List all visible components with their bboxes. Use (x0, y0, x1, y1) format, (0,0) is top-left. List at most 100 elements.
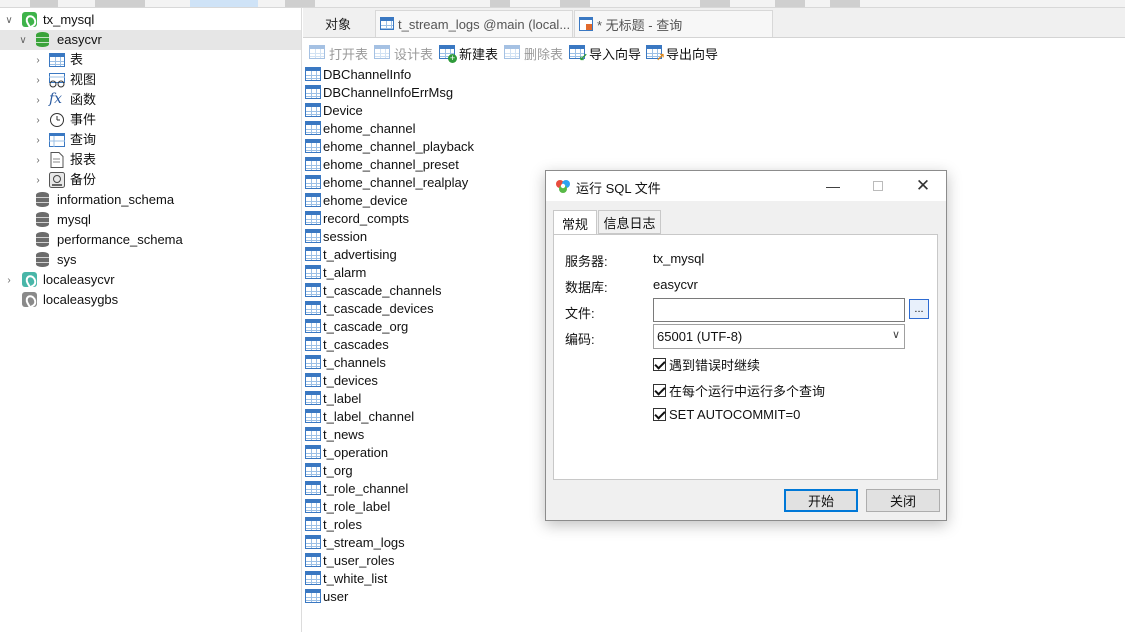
tree-item-backup[interactable]: › 备份 (0, 170, 301, 190)
tree-item-queries[interactable]: › 查询 (0, 130, 301, 150)
tab-stream-logs[interactable]: t_stream_logs @main (local... (375, 10, 573, 37)
chevron-right-icon[interactable]: › (33, 175, 43, 186)
chevron-down-icon[interactable]: ∨ (18, 35, 28, 46)
table-row[interactable]: ehome_channel_realplay (305, 173, 468, 191)
import-wizard-button[interactable]: ↙ 导入向导 (569, 43, 641, 64)
tree-item-database-mysql[interactable]: mysql (0, 210, 301, 230)
checkbox-checked[interactable] (653, 384, 666, 397)
tree-item-functions[interactable]: › fx 函数 (0, 90, 301, 110)
button-label: 打开表 (329, 46, 369, 62)
table-row[interactable]: t_channels (305, 353, 386, 371)
table-row[interactable]: t_advertising (305, 245, 397, 263)
new-table-button[interactable]: + 新建表 (439, 43, 498, 63)
table-row[interactable]: t_stream_logs (305, 533, 405, 551)
database-icon (36, 212, 52, 228)
tree-item-database-sys[interactable]: sys (0, 250, 301, 270)
checkbox-checked[interactable] (653, 358, 666, 371)
table-row[interactable]: t_devices (305, 371, 378, 389)
table-name: record_compts (323, 210, 409, 226)
tree-item-label: information_schema (57, 192, 175, 207)
table-name: t_org (323, 462, 353, 478)
table-row[interactable]: user (305, 587, 348, 605)
autocommit-checkbox[interactable]: SET AUTOCOMMIT=0 (653, 407, 800, 422)
encoding-select[interactable]: 65001 (UTF-8) ∨ (653, 324, 905, 349)
tab-untitled-query[interactable]: * 无标题 - 查询 (574, 10, 773, 37)
table-row[interactable]: t_label (305, 389, 361, 407)
tree-item-views[interactable]: › 视图 (0, 70, 301, 90)
chevron-right-icon[interactable]: › (33, 55, 43, 66)
tree-item-database-performance-schema[interactable]: performance_schema (0, 230, 301, 250)
close-icon[interactable]: ✕ (913, 176, 933, 196)
table-row[interactable]: ehome_channel_preset (305, 155, 459, 173)
delete-table-button[interactable]: 删除表 (504, 43, 563, 63)
table-row[interactable]: ehome_device (305, 191, 408, 209)
close-button[interactable]: 关闭 (866, 489, 940, 512)
checkbox-checked[interactable] (653, 408, 666, 421)
table-row[interactable]: t_cascade_devices (305, 299, 434, 317)
tree-item-events[interactable]: › 事件 (0, 110, 301, 130)
continue-on-error-checkbox[interactable]: 遇到错误时继续 (653, 355, 760, 374)
chevron-right-icon[interactable]: › (33, 135, 43, 146)
table-row[interactable]: t_cascade_channels (305, 281, 442, 299)
tree-item-connection-localeasygbs[interactable]: localeasygbs (0, 290, 301, 310)
chevron-right-icon[interactable]: › (33, 155, 43, 166)
design-table-button[interactable]: 设计表 (374, 43, 433, 63)
tree-item-database-easycvr[interactable]: ∨ easycvr (0, 30, 301, 50)
table-row[interactable]: t_roles (305, 515, 362, 533)
query-icon (579, 17, 593, 34)
table-row[interactable]: ehome_channel (305, 119, 416, 137)
tree-item-tables[interactable]: › 表 (0, 50, 301, 70)
multiple-queries-checkbox[interactable]: 在每个运行中运行多个查询 (653, 381, 825, 400)
new-table-icon: + (439, 45, 457, 63)
open-table-button[interactable]: 打开表 (309, 43, 368, 63)
chevron-right-icon[interactable]: › (4, 275, 14, 286)
table-row[interactable]: session (305, 227, 367, 245)
database-icon (36, 32, 52, 48)
table-row[interactable]: t_news (305, 425, 364, 443)
table-name: t_roles (323, 516, 363, 532)
browse-file-button[interactable]: ... (909, 299, 929, 319)
tables-icon (49, 53, 65, 69)
table-row[interactable]: t_label_channel (305, 407, 414, 425)
table-row[interactable]: t_role_label (305, 497, 390, 515)
table-name: ehome_channel (323, 120, 416, 136)
chevron-right-icon[interactable]: › (33, 95, 43, 106)
table-row[interactable]: t_white_list (305, 569, 387, 587)
export-wizard-button[interactable]: ↗ 导出向导 (646, 43, 718, 64)
chevron-down-icon[interactable]: ∨ (4, 15, 14, 26)
table-row[interactable]: t_org (305, 461, 353, 479)
tab-message-log[interactable]: 信息日志 (598, 210, 661, 234)
table-row[interactable]: t_cascade_org (305, 317, 408, 335)
tree-item-label: localeasycvr (43, 272, 115, 287)
start-button[interactable]: 开始 (784, 489, 858, 512)
chevron-right-icon[interactable]: › (33, 75, 43, 86)
table-name: t_cascades (323, 336, 389, 352)
table-row[interactable]: t_user_roles (305, 551, 395, 569)
views-icon (49, 73, 65, 89)
chevron-right-icon[interactable]: › (33, 115, 43, 126)
tree-item-database-information-schema[interactable]: information_schema (0, 190, 301, 210)
table-icon (305, 319, 321, 333)
dialog-titlebar[interactable]: 运行 SQL 文件 — ✕ (546, 171, 946, 201)
table-row[interactable]: ehome_channel_playback (305, 137, 474, 155)
table-name: t_label (323, 390, 362, 406)
table-row[interactable]: Device (305, 101, 363, 119)
tab-general[interactable]: 常规 (553, 210, 597, 235)
table-row[interactable]: t_alarm (305, 263, 366, 281)
table-row[interactable]: t_role_channel (305, 479, 408, 497)
table-row[interactable]: t_operation (305, 443, 388, 461)
tab-objects[interactable]: 对象 (303, 10, 373, 37)
tree-item-reports[interactable]: › 报表 (0, 150, 301, 170)
file-path-input[interactable] (653, 298, 905, 322)
maximize-icon[interactable] (868, 176, 888, 196)
database-label: 数据库: (565, 280, 608, 295)
file-label: 文件: (565, 306, 595, 321)
minimize-icon[interactable]: — (823, 176, 843, 196)
tree-item-connection[interactable]: ∨ tx_mysql (0, 10, 301, 30)
table-row[interactable]: DBChannelInfoErrMsg (305, 83, 453, 101)
navigation-tree[interactable]: ∨ tx_mysql ∨ easycvr › 表 › 视图 › fx 函数 › … (0, 8, 302, 632)
table-row[interactable]: t_cascades (305, 335, 389, 353)
table-row[interactable]: record_compts (305, 209, 409, 227)
table-row[interactable]: DBChannelInfo (305, 65, 411, 83)
tree-item-connection-localeasycvr[interactable]: › localeasycvr (0, 270, 301, 290)
